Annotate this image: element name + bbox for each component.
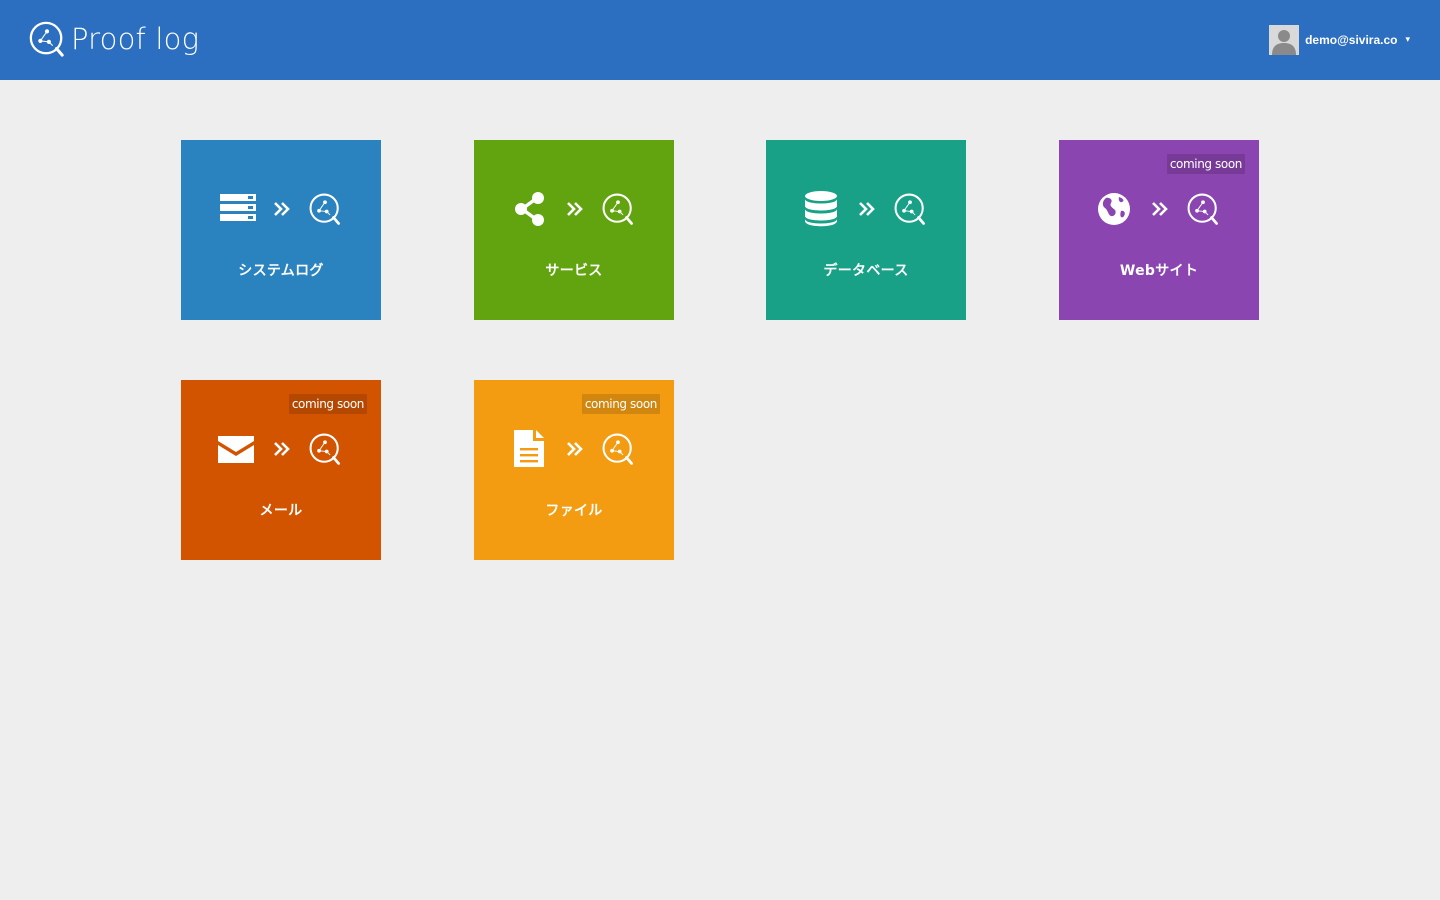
proof-log-logo-icon bbox=[308, 431, 342, 467]
tile-label: データベース bbox=[823, 263, 909, 279]
tile-label: メール bbox=[259, 503, 303, 519]
proof-log-logo-icon bbox=[601, 191, 635, 227]
double-chevron-right-icon bbox=[1151, 201, 1169, 217]
double-chevron-right-icon bbox=[273, 201, 291, 217]
coming-soon-badge: coming soon bbox=[581, 394, 660, 414]
double-chevron-right-icon bbox=[566, 201, 584, 217]
avatar bbox=[1269, 25, 1300, 55]
tile-file[interactable]: coming soon ファイル bbox=[474, 380, 674, 560]
proof-log-logo-icon bbox=[601, 431, 635, 467]
tile-label: サービス bbox=[545, 263, 603, 279]
tile-label: ファイル bbox=[545, 503, 603, 519]
tile-label: Webサイト bbox=[1119, 263, 1199, 279]
user-menu-dropdown[interactable]: demo@sivira.co ▾ bbox=[1269, 25, 1410, 55]
double-chevron-right-icon bbox=[566, 441, 584, 457]
tile-website[interactable]: coming soon Webサイト bbox=[1059, 140, 1259, 320]
tile-label: システムログ bbox=[238, 263, 324, 279]
file-text-icon bbox=[514, 430, 544, 467]
proof-log-logo-icon bbox=[28, 18, 66, 60]
coming-soon-badge: coming soon bbox=[1166, 154, 1245, 174]
user-silhouette-icon bbox=[1269, 25, 1300, 55]
server-icon bbox=[220, 194, 256, 221]
chevron-down-icon: ▾ bbox=[1405, 35, 1410, 45]
tile-database[interactable]: データベース bbox=[766, 140, 966, 320]
proof-log-logo-icon bbox=[1186, 191, 1220, 227]
envelope-icon bbox=[218, 436, 254, 463]
proof-log-logo-icon bbox=[893, 191, 927, 227]
proof-log-logo-icon bbox=[308, 191, 342, 227]
top-navbar: Proof log demo@sivira.co ▾ bbox=[0, 0, 1440, 80]
tile-mail[interactable]: coming soon メール bbox=[181, 380, 381, 560]
double-chevron-right-icon bbox=[273, 441, 291, 457]
globe-icon bbox=[1098, 193, 1130, 225]
share-icon bbox=[515, 192, 544, 226]
tile-service[interactable]: サービス bbox=[474, 140, 674, 320]
tile-system-log[interactable]: システムログ bbox=[181, 140, 381, 320]
brand-home-link[interactable]: Proof log bbox=[28, 18, 199, 60]
double-chevron-right-icon bbox=[858, 201, 876, 217]
user-email: demo@sivira.co bbox=[1305, 33, 1398, 47]
database-icon bbox=[805, 191, 837, 227]
brand-name: Proof log bbox=[71, 22, 200, 56]
coming-soon-badge: coming soon bbox=[288, 394, 367, 414]
